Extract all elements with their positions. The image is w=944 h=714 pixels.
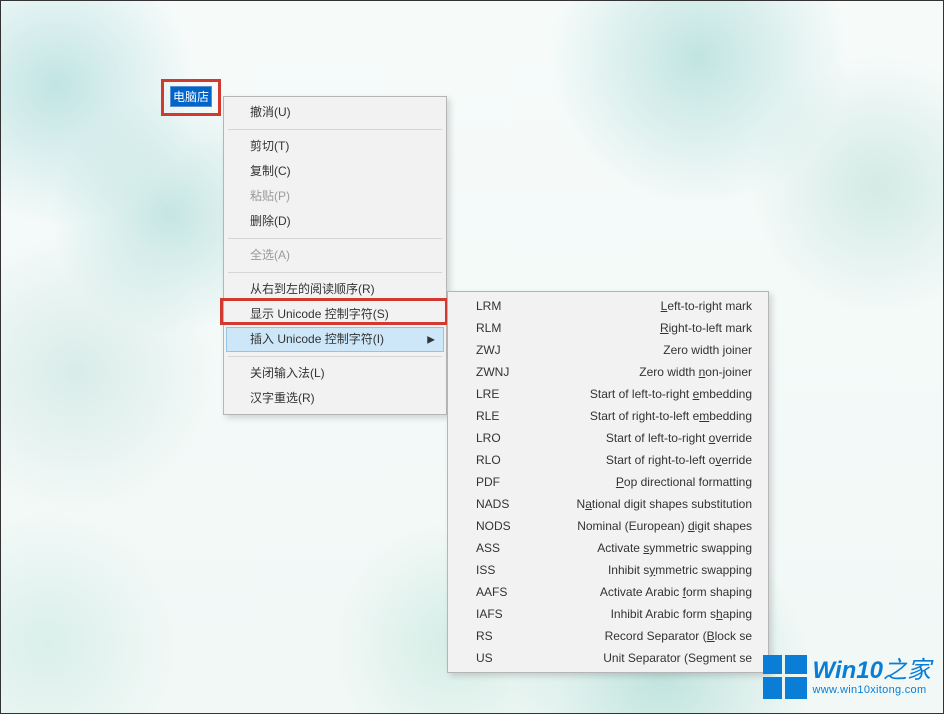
- unicode-description: Start of left-to-right override: [526, 430, 752, 446]
- unicode-code: LRM: [476, 298, 526, 314]
- menu-item-paste: 粘贴(P): [226, 184, 444, 209]
- unicode-code: RLM: [476, 320, 526, 336]
- rename-highlight-box: 电脑店: [161, 79, 221, 116]
- unicode-code: PDF: [476, 474, 526, 490]
- menu-item-cut[interactable]: 剪切(T): [226, 134, 444, 159]
- menu-item-rtl-reading[interactable]: 从右到左的阅读顺序(R): [226, 277, 444, 302]
- watermark-text: Win10之家 www.win10xitong.com: [813, 659, 931, 696]
- unicode-description: Activate Arabic form shaping: [526, 584, 752, 600]
- unicode-description: Zero width joiner: [526, 342, 752, 358]
- menu-separator: [228, 272, 442, 273]
- menu-separator: [228, 356, 442, 357]
- unicode-submenu-item-lrm[interactable]: LRMLeft-to-right mark: [450, 295, 766, 317]
- unicode-description: National digit shapes substitution: [526, 496, 752, 512]
- unicode-submenu-item-zwnj[interactable]: ZWNJZero width non-joiner: [450, 361, 766, 383]
- menu-separator: [228, 129, 442, 130]
- unicode-submenu-item-pdf[interactable]: PDFPop directional formatting: [450, 471, 766, 493]
- unicode-code: US: [476, 650, 526, 666]
- context-menu: 撤消(U) 剪切(T) 复制(C) 粘贴(P) 删除(D) 全选(A) 从右到左…: [223, 96, 447, 415]
- unicode-description: Start of left-to-right embedding: [526, 386, 752, 402]
- rename-selected-text: 电脑店: [171, 87, 211, 106]
- unicode-code: LRE: [476, 386, 526, 402]
- unicode-description: Inhibit symmetric swapping: [526, 562, 752, 578]
- unicode-code: RLO: [476, 452, 526, 468]
- unicode-submenu-item-lre[interactable]: LREStart of left-to-right embedding: [450, 383, 766, 405]
- unicode-code: ZWJ: [476, 342, 526, 358]
- menu-item-undo[interactable]: 撤消(U): [226, 100, 444, 125]
- unicode-description: Right-to-left mark: [526, 320, 752, 336]
- unicode-submenu-item-iss[interactable]: ISSInhibit symmetric swapping: [450, 559, 766, 581]
- windows-flag-icon: [763, 655, 807, 699]
- unicode-code: RS: [476, 628, 526, 644]
- unicode-description: Start of right-to-left embedding: [526, 408, 752, 424]
- unicode-submenu-item-aafs[interactable]: AAFSActivate Arabic form shaping: [450, 581, 766, 603]
- unicode-submenu: LRMLeft-to-right markRLMRight-to-left ma…: [447, 291, 769, 673]
- unicode-code: ZWNJ: [476, 364, 526, 380]
- menu-item-show-unicode[interactable]: 显示 Unicode 控制字符(S): [226, 302, 444, 327]
- unicode-code: IAFS: [476, 606, 526, 622]
- menu-item-close-ime[interactable]: 关闭输入法(L): [226, 361, 444, 386]
- watermark-suffix: 之家: [883, 657, 931, 684]
- watermark-logo: Win10之家 www.win10xitong.com: [763, 655, 931, 699]
- unicode-description: Pop directional formatting: [526, 474, 752, 490]
- unicode-description: Left-to-right mark: [526, 298, 752, 314]
- unicode-description: Record Separator (Block se: [526, 628, 752, 644]
- unicode-submenu-item-lro[interactable]: LROStart of left-to-right override: [450, 427, 766, 449]
- menu-item-delete[interactable]: 删除(D): [226, 209, 444, 234]
- menu-separator: [228, 238, 442, 239]
- menu-item-select-all: 全选(A): [226, 243, 444, 268]
- unicode-code: RLE: [476, 408, 526, 424]
- menu-item-hanzi-reselect[interactable]: 汉字重选(R): [226, 386, 444, 411]
- unicode-submenu-item-us[interactable]: USUnit Separator (Segment se: [450, 647, 766, 669]
- unicode-description: Unit Separator (Segment se: [526, 650, 752, 666]
- watermark-brand: Win10: [813, 657, 883, 684]
- unicode-submenu-item-zwj[interactable]: ZWJZero width joiner: [450, 339, 766, 361]
- unicode-description: Start of right-to-left override: [526, 452, 752, 468]
- unicode-code: ISS: [476, 562, 526, 578]
- submenu-arrow-icon: ▶: [427, 331, 435, 348]
- unicode-submenu-item-rlm[interactable]: RLMRight-to-left mark: [450, 317, 766, 339]
- unicode-description: Zero width non-joiner: [526, 364, 752, 380]
- menu-item-copy[interactable]: 复制(C): [226, 159, 444, 184]
- unicode-description: Inhibit Arabic form shaping: [526, 606, 752, 622]
- unicode-submenu-item-iafs[interactable]: IAFSInhibit Arabic form shaping: [450, 603, 766, 625]
- menu-item-insert-unicode[interactable]: 插入 Unicode 控制字符(I) ▶: [226, 327, 444, 352]
- unicode-submenu-item-rlo[interactable]: RLOStart of right-to-left override: [450, 449, 766, 471]
- unicode-description: Nominal (European) digit shapes: [526, 518, 752, 534]
- unicode-code: AAFS: [476, 584, 526, 600]
- unicode-code: NODS: [476, 518, 526, 534]
- unicode-submenu-item-nads[interactable]: NADSNational digit shapes substitution: [450, 493, 766, 515]
- unicode-submenu-item-nods[interactable]: NODSNominal (European) digit shapes: [450, 515, 766, 537]
- rename-editbox[interactable]: 电脑店: [170, 86, 212, 107]
- unicode-code: NADS: [476, 496, 526, 512]
- unicode-code: LRO: [476, 430, 526, 446]
- unicode-submenu-item-ass[interactable]: ASSActivate symmetric swapping: [450, 537, 766, 559]
- watermark-url: www.win10xitong.com: [813, 685, 927, 696]
- unicode-submenu-item-rs[interactable]: RSRecord Separator (Block se: [450, 625, 766, 647]
- unicode-code: ASS: [476, 540, 526, 556]
- unicode-submenu-item-rle[interactable]: RLEStart of right-to-left embedding: [450, 405, 766, 427]
- menu-item-label: 插入 Unicode 控制字符(I): [250, 332, 384, 346]
- unicode-description: Activate symmetric swapping: [526, 540, 752, 556]
